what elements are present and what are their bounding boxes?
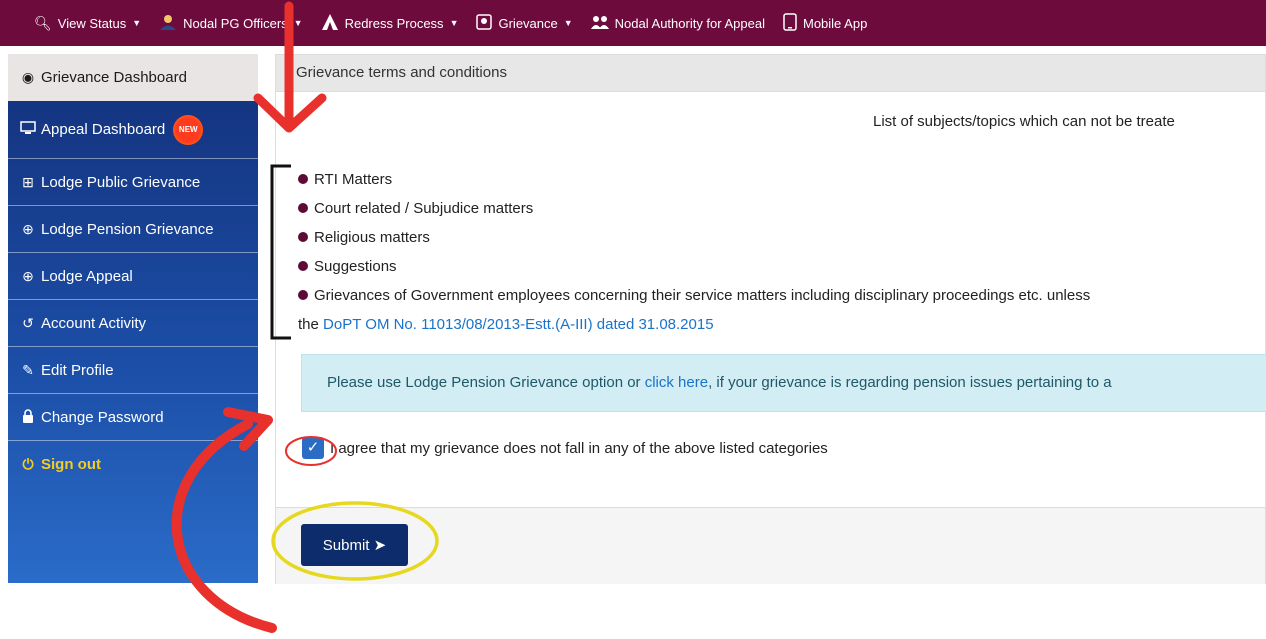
arrow-right-circle-icon: ➤ — [373, 537, 387, 554]
grievance-icon — [476, 14, 493, 32]
sidebar-item-label: Lodge Appeal — [41, 267, 133, 285]
submit-label: Submit — [322, 537, 370, 554]
sidebar-item-label: Edit Profile — [41, 361, 114, 379]
nav-view-status[interactable]: 🔍︎ View Status ▼ — [34, 16, 141, 31]
pension-info-alert: Please use Lodge Pension Grievance optio… — [301, 354, 1266, 412]
power-icon: ⏻ — [22, 456, 34, 472]
bullet-icon — [298, 174, 308, 184]
sidebar-item-change-password[interactable]: Change Password — [8, 394, 258, 441]
caret-down-icon: ▼ — [293, 18, 303, 28]
search-icon: 🔍︎ — [34, 15, 52, 31]
dopt-om-link[interactable]: DoPT OM No. 11013/08/2013-Estt.(A-III) d… — [323, 316, 714, 333]
officer-icon — [159, 14, 177, 32]
sidebar-item-lodge-appeal[interactable]: ⊕ Lodge Appeal — [8, 253, 258, 300]
redress-icon — [321, 14, 339, 32]
history-icon: ↺ — [22, 314, 34, 331]
sidebar-item-sign-out[interactable]: ⏻ Sign out — [8, 441, 258, 488]
monitor-icon — [20, 121, 36, 138]
list-item: Religious matters — [298, 223, 1258, 252]
bullet-icon — [298, 290, 308, 300]
sidebar-item-label: Lodge Public Grievance — [41, 173, 201, 191]
nav-grievance-label: Grievance — [498, 15, 558, 31]
info-text-suffix: , if your grievance is regarding pension… — [708, 374, 1112, 391]
sidebar-item-lodge-pension-grievance[interactable]: ⊕ Lodge Pension Grievance — [8, 206, 258, 253]
sidebar-item-label: Lodge Pension Grievance — [41, 220, 214, 238]
nav-view-status-label: View Status — [57, 15, 127, 31]
sidebar-item-label: Change Password — [41, 408, 164, 426]
terms-panel: Grievance terms and conditions List of s… — [275, 54, 1266, 584]
caret-down-icon: ▼ — [449, 18, 459, 28]
sidebar-item-appeal-dashboard[interactable]: Appeal Dashboard NEW — [8, 101, 258, 159]
bullet-icon — [298, 232, 308, 242]
info-text-prefix: Please use Lodge Pension Grievance optio… — [327, 374, 641, 391]
excluded-subjects-list: RTI Matters Court related / Subjudice ma… — [298, 165, 1258, 339]
bullet-icon — [298, 261, 308, 271]
list-item: RTI Matters — [298, 165, 1258, 194]
nav-grievance[interactable]: Grievance ▼ — [476, 14, 573, 32]
agree-label: I agree that my grievance does not fall … — [330, 439, 828, 457]
list-item-continuation: the DoPT OM No. 11013/08/2013-Estt.(A-II… — [298, 316, 714, 333]
plus-square-icon: ⊞ — [22, 173, 34, 190]
top-navigation: 🔍︎ View Status ▼ Nodal PG Officers ▼ Red… — [0, 0, 1266, 46]
dashboard-icon: ◉ — [21, 69, 35, 85]
edit-icon: ✎ — [22, 361, 34, 378]
sidebar-item-label: Sign out — [41, 456, 101, 473]
nav-nodal-authority-appeal-label: Nodal Authority for Appeal — [614, 15, 765, 31]
nav-nodal-pg-officers[interactable]: Nodal PG Officers ▼ — [159, 14, 303, 32]
sidebar: ◉ Grievance Dashboard Appeal Dashboard N… — [8, 54, 258, 583]
nav-mobile-app[interactable]: Mobile App — [783, 13, 867, 33]
nav-nodal-pg-officers-label: Nodal PG Officers — [183, 15, 288, 31]
list-item: Court related / Subjudice matters — [298, 194, 1258, 223]
new-badge: NEW — [173, 114, 204, 145]
sidebar-item-account-activity[interactable]: ↺ Account Activity — [8, 300, 258, 347]
sidebar-item-label: Appeal Dashboard — [41, 121, 166, 138]
agree-row: ✓ I agree that my grievance does not fal… — [302, 437, 828, 459]
plus-circle-icon: ⊕ — [22, 220, 34, 237]
bullet-icon — [298, 203, 308, 213]
sidebar-item-edit-profile[interactable]: ✎ Edit Profile — [8, 347, 258, 394]
caret-down-icon: ▼ — [563, 18, 573, 28]
caret-down-icon: ▼ — [132, 18, 142, 28]
panel-title: Grievance terms and conditions — [276, 55, 1265, 92]
sidebar-item-label: Account Activity — [41, 314, 147, 332]
panel-footer: Submit ➤ — [276, 507, 1265, 584]
agree-checkbox[interactable]: ✓ — [302, 437, 324, 459]
plus-circle-icon: ⊕ — [22, 267, 34, 284]
list-item: Suggestions — [298, 252, 1258, 281]
nav-redress-process-label: Redress Process — [344, 15, 444, 31]
mobile-icon — [783, 13, 797, 33]
sidebar-item-grievance-dashboard[interactable]: ◉ Grievance Dashboard — [8, 54, 258, 101]
nav-mobile-app-label: Mobile App — [802, 15, 868, 31]
sidebar-item-lodge-public-grievance[interactable]: ⊞ Lodge Public Grievance — [8, 159, 258, 206]
list-caption: List of subjects/topics which can not be… — [873, 113, 1175, 130]
submit-button[interactable]: Submit ➤ — [301, 524, 408, 566]
sidebar-item-label: Grievance Dashboard — [41, 69, 187, 86]
users-icon — [590, 15, 609, 31]
nav-redress-process[interactable]: Redress Process ▼ — [321, 14, 459, 32]
click-here-link[interactable]: click here — [645, 374, 708, 391]
nav-nodal-authority-appeal[interactable]: Nodal Authority for Appeal — [590, 15, 765, 31]
list-item: Grievances of Government employees conce… — [298, 281, 1258, 310]
lock-icon — [20, 408, 36, 426]
